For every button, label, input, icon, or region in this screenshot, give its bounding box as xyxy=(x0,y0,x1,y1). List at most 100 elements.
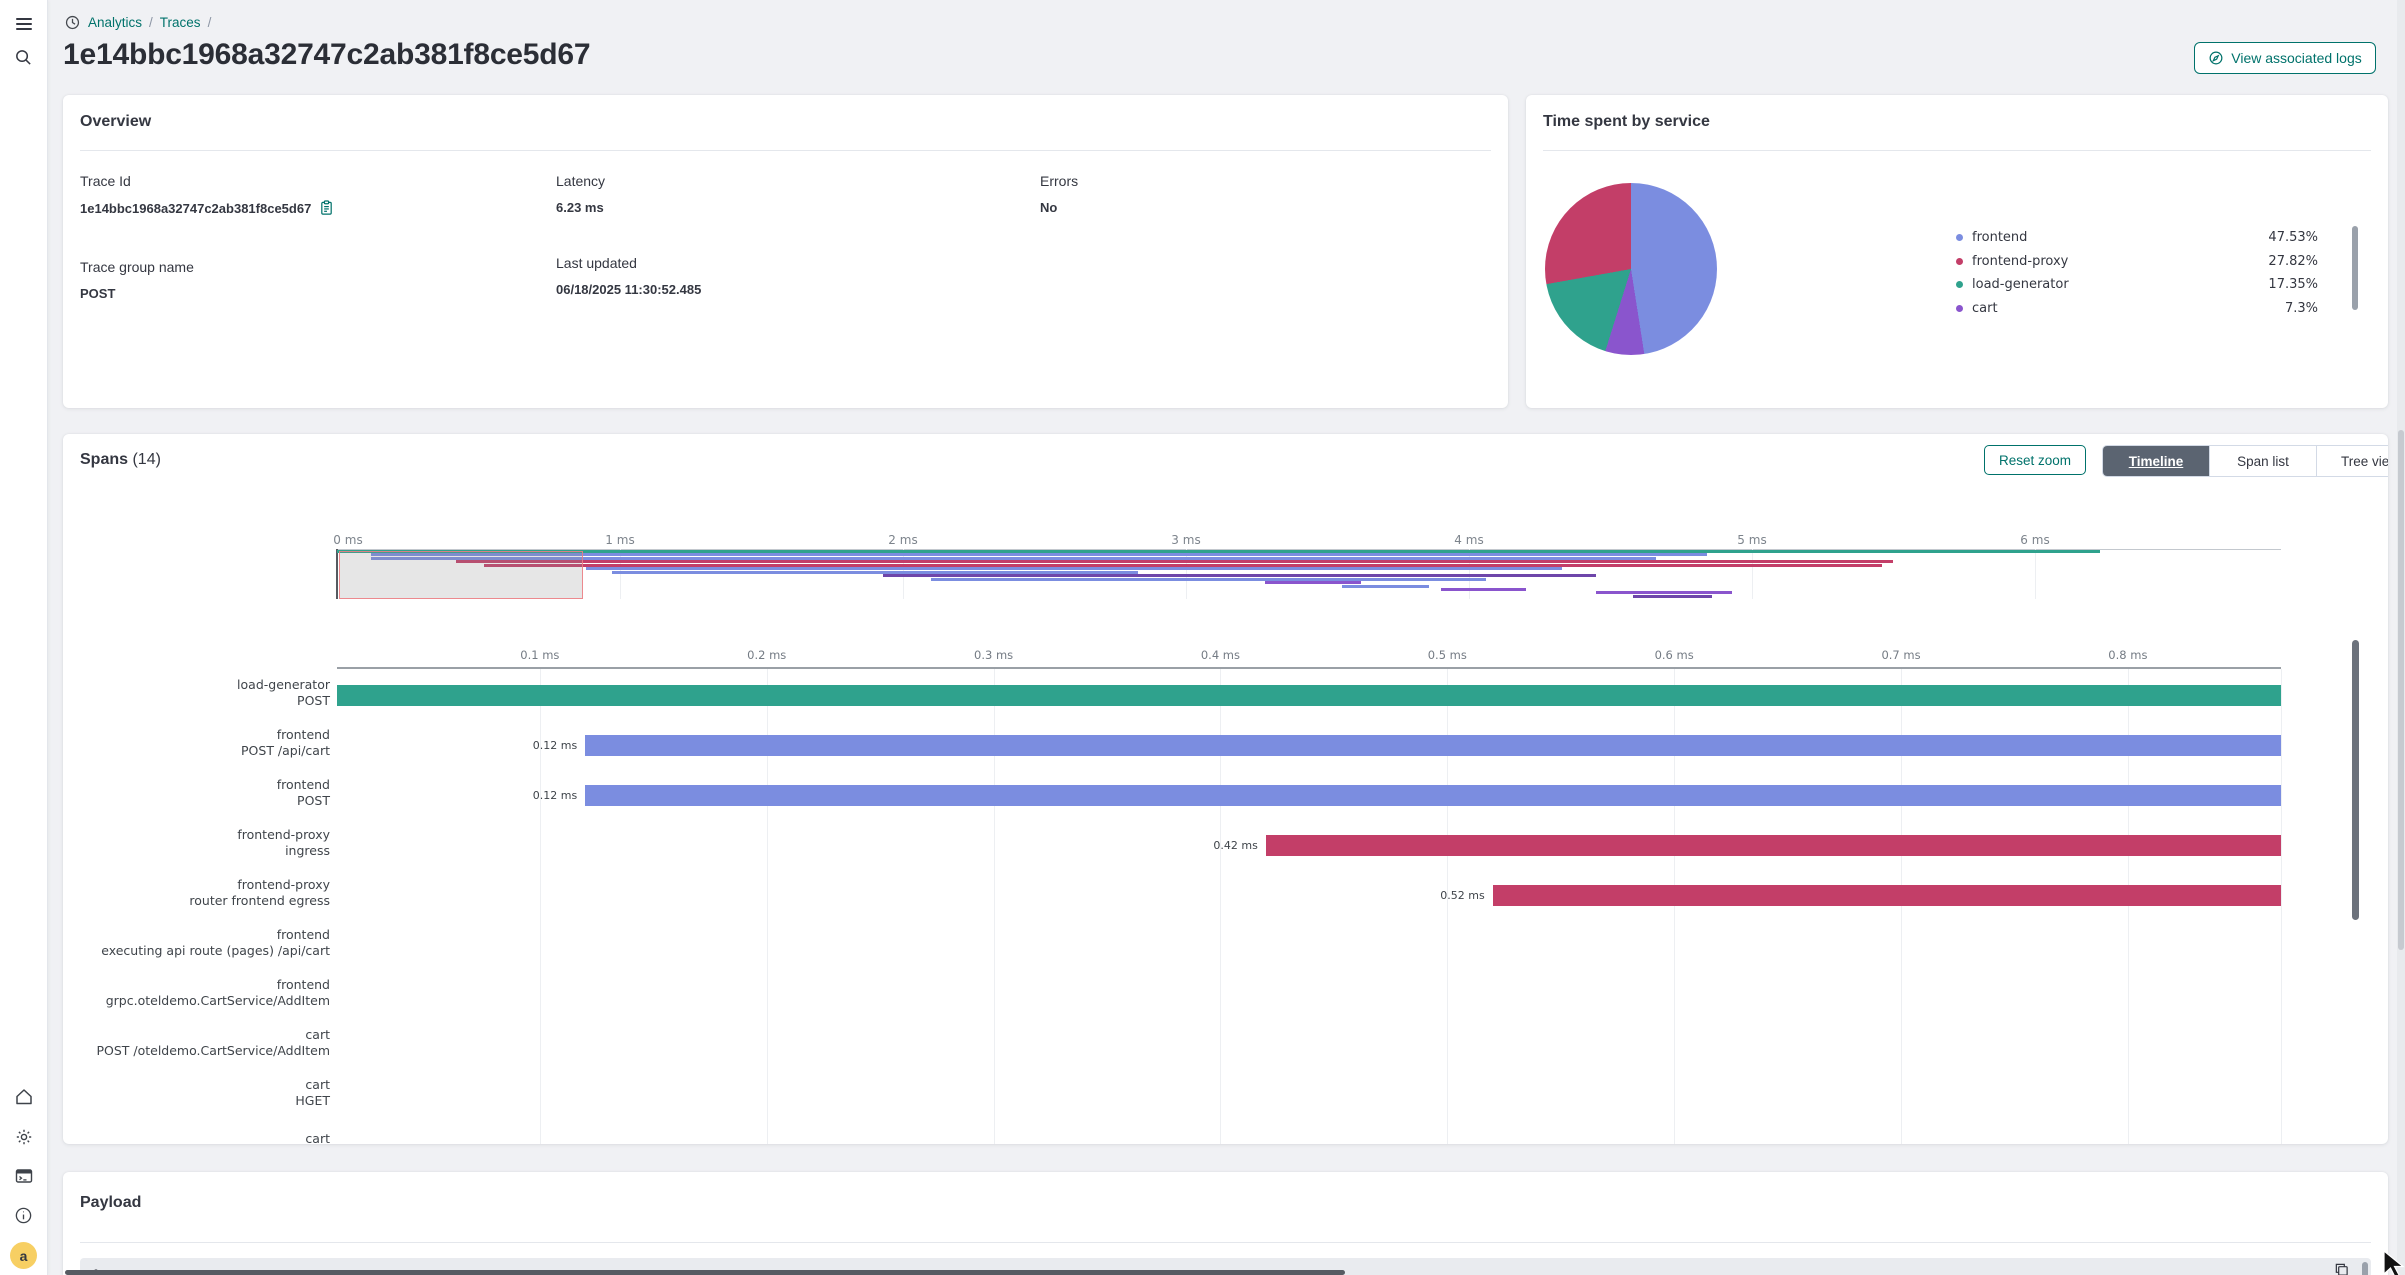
minimap-span-line xyxy=(1633,595,1712,598)
legend-dot xyxy=(1956,305,1963,312)
span-row-label: frontend-proxyrouter frontend egress xyxy=(63,877,330,909)
minimap-tick-label: 3 ms xyxy=(1171,533,1200,547)
minimap-tick-label: 6 ms xyxy=(2020,533,2049,547)
gantt-tick-label: 0.2 ms xyxy=(747,648,786,662)
span-bar[interactable] xyxy=(1266,835,2281,856)
divider xyxy=(1543,150,2371,151)
legend-dot xyxy=(1956,281,1963,288)
span-duration-label: 0.42 ms xyxy=(1178,839,1258,852)
page-title: 1e14bbc1968a32747c2ab381f8ce5d67 xyxy=(63,38,590,72)
span-duration-label: 0.52 ms xyxy=(1405,889,1485,902)
legend-name: frontend xyxy=(1972,230,2027,245)
dev-tools-icon[interactable] xyxy=(14,1166,34,1186)
gantt-gridline xyxy=(2281,669,2282,1144)
left-sidebar: a xyxy=(0,0,48,1275)
minimap-y-axis xyxy=(336,549,338,599)
search-icon[interactable] xyxy=(14,48,34,68)
field-label-latency: Latency xyxy=(556,173,605,189)
span-row-label: cartPOST /oteldemo.CartService/AddItem xyxy=(63,1027,330,1059)
minimap-tick-label: 1 ms xyxy=(605,533,634,547)
span-row-label: cart xyxy=(63,1131,330,1144)
spans-panel: Spans (14) Reset zoom TimelineSpan listT… xyxy=(63,434,2388,1144)
field-label-last-updated: Last updated xyxy=(556,255,637,271)
gantt-tick-label: 0.8 ms xyxy=(2108,648,2147,662)
span-row-label: cartHGET xyxy=(63,1077,330,1109)
legend-item-frontend[interactable]: frontend 47.53% xyxy=(1956,226,2338,249)
user-avatar[interactable]: a xyxy=(10,1242,37,1269)
legend-name: load-generator xyxy=(1972,277,2069,292)
legend-item-cart[interactable]: cart 7.3% xyxy=(1956,297,2338,320)
legend-percent: 47.53% xyxy=(2268,230,2318,245)
menu-icon[interactable] xyxy=(14,14,34,34)
minimap-zoom-selection[interactable] xyxy=(339,551,583,599)
legend-percent: 7.3% xyxy=(2285,301,2318,316)
divider xyxy=(80,1242,2371,1243)
span-duration-label: 0.12 ms xyxy=(497,739,577,752)
view-button-span-list[interactable]: Span list xyxy=(2209,446,2316,476)
legend-percent: 27.82% xyxy=(2268,254,2318,269)
span-bar[interactable] xyxy=(337,685,2281,706)
field-value-trace-id: 1e14bbc1968a32747c2ab381f8ce5d67 xyxy=(80,200,334,216)
copy-icon[interactable] xyxy=(2334,1262,2349,1275)
span-row-label: frontendgrpc.oteldemo.CartService/AddIte… xyxy=(63,977,330,1009)
trace-detail-page: a Analytics / Traces / 1e14bbc1968a32747… xyxy=(0,0,2405,1275)
divider xyxy=(80,150,1491,151)
minimap-span-line xyxy=(931,578,1486,581)
legend-item-frontend-proxy[interactable]: frontend-proxy 27.82% xyxy=(1956,250,2338,273)
legend-dot xyxy=(1956,258,1963,265)
minimap-gridline xyxy=(2035,549,2036,599)
payload-horizontal-scrollbar[interactable] xyxy=(65,1270,1345,1275)
copy-icon[interactable] xyxy=(319,200,334,216)
span-row-label: frontend-proxyingress xyxy=(63,827,330,859)
legend-scrollbar[interactable] xyxy=(2352,226,2358,310)
avatar-letter: a xyxy=(20,1248,28,1264)
gantt-tick-label: 0.1 ms xyxy=(520,648,559,662)
gantt-tick-label: 0.4 ms xyxy=(1201,648,1240,662)
breadcrumb-separator: / xyxy=(149,15,153,30)
overview-heading: Overview xyxy=(80,113,151,131)
field-label-trace-id: Trace Id xyxy=(80,173,131,189)
settings-gear-icon[interactable] xyxy=(14,1127,34,1147)
page-scrollbar-track[interactable] xyxy=(2397,0,2405,1275)
span-bar[interactable] xyxy=(585,785,2281,806)
time-spent-pie-chart[interactable] xyxy=(1545,183,1717,355)
span-bar[interactable] xyxy=(1493,885,2281,906)
span-row-label: frontendPOST /api/cart xyxy=(63,727,330,759)
spans-heading: Spans (14) xyxy=(80,451,161,469)
reset-zoom-button[interactable]: Reset zoom xyxy=(1984,445,2086,475)
overview-panel: Overview Trace Id 1e14bbc1968a32747c2ab38… xyxy=(63,95,1508,408)
recent-history-icon xyxy=(64,14,81,31)
view-associated-logs-button[interactable]: View associated logs xyxy=(2194,42,2376,74)
time-spent-panel: Time spent by service frontend47.53%fron… xyxy=(1526,95,2388,408)
breadcrumb-analytics[interactable]: Analytics xyxy=(88,15,142,30)
page-scrollbar-thumb[interactable] xyxy=(2398,430,2404,950)
view-button-timeline[interactable]: Timeline xyxy=(2103,446,2209,476)
span-duration-label: 0.12 ms xyxy=(497,789,577,802)
legend-percent: 17.35% xyxy=(2268,277,2318,292)
discover-compass-icon xyxy=(2208,50,2224,66)
minimap-span-line xyxy=(1441,588,1526,591)
breadcrumb-traces[interactable]: Traces xyxy=(160,15,201,30)
legend-name: frontend-proxy xyxy=(1972,254,2068,269)
minimap-tick-label: 2 ms xyxy=(888,533,917,547)
field-value-latency: 6.23 ms xyxy=(556,200,604,215)
payload-vertical-scrollbar[interactable] xyxy=(2362,1262,2368,1275)
field-label-errors: Errors xyxy=(1040,173,1078,189)
payload-panel: Payload [ xyxy=(63,1172,2388,1275)
legend-name: cart xyxy=(1972,301,1998,316)
breadcrumb-separator: / xyxy=(208,15,212,30)
legend-item-load-generator[interactable]: load-generator 17.35% xyxy=(1956,273,2338,296)
gantt-tick-label: 0.5 ms xyxy=(1428,648,1467,662)
span-row-label: frontendPOST xyxy=(63,777,330,809)
view-button-tree-view[interactable]: Tree view xyxy=(2316,446,2388,476)
field-label-trace-group-name: Trace group name xyxy=(80,259,194,275)
minimap-gridline xyxy=(1752,549,1753,599)
span-bar[interactable] xyxy=(585,735,2281,756)
gantt-axis-line xyxy=(337,667,2281,669)
home-icon[interactable] xyxy=(14,1087,34,1107)
info-icon[interactable] xyxy=(14,1206,34,1226)
spans-chart-scrollbar[interactable] xyxy=(2352,640,2359,920)
field-value-trace-group-name: POST xyxy=(80,286,115,301)
minimap-tick-label: 0 ms xyxy=(333,533,362,547)
breadcrumb: Analytics / Traces / xyxy=(64,14,211,31)
